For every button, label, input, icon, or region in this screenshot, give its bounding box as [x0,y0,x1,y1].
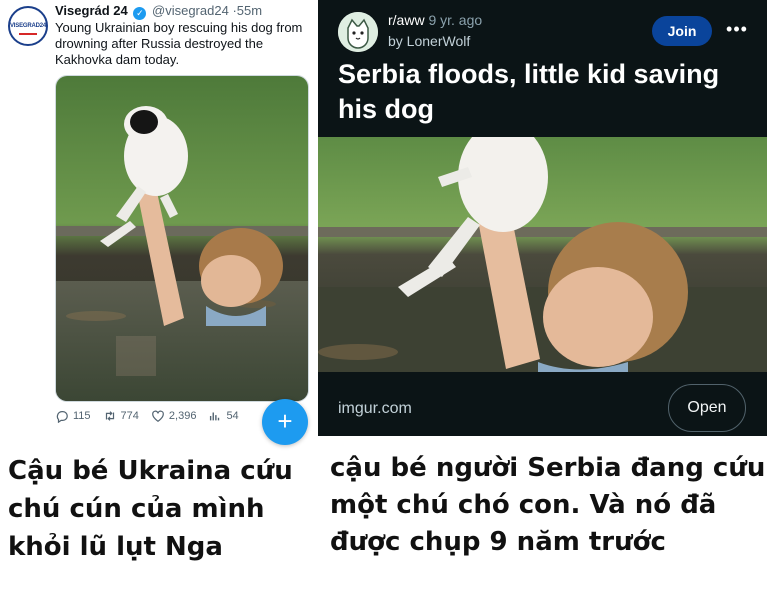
reply-count: 115 [73,410,91,422]
tweet-handle[interactable]: @visegrad24 [152,3,229,18]
views-icon [210,412,220,421]
views-action[interactable]: 54 [208,409,239,423]
reply-action[interactable]: 115 [55,409,91,423]
tweet-actions: 115 774 2,396 54 [55,409,285,423]
retweet-action[interactable]: 774 [103,409,139,423]
subreddit-avatar[interactable] [338,12,378,52]
post-photo[interactable] [318,137,767,372]
boy-holding-dog-photo-left [56,76,308,401]
like-icon [152,410,164,422]
reddit-card: r/aww 9 yr. ago by LonerWolf Join ••• Se… [318,0,767,436]
subreddit-name[interactable]: r/aww [388,12,425,28]
visegrad-avatar[interactable]: VISEGRAD24 [8,6,48,46]
caption-right: cậu bé người Serbia đang cứu một chú chó… [330,453,766,557]
link-domain[interactable]: imgur.com [338,400,412,418]
caption-left: Cậu bé Ukraina cứu chú cún của mình khỏi… [8,456,293,562]
open-link-button[interactable]: Open [668,384,746,432]
views-count: 54 [226,410,239,422]
like-action[interactable]: 2,396 [151,409,197,423]
post-author[interactable]: by LonerWolf [388,33,470,49]
post-title[interactable]: Serbia floods, little kid saving his dog [338,57,758,127]
avatar-logo-text: VISEGRAD24 [10,23,47,29]
tweet-card: VISEGRAD24 Visegrád 24 ✓ @visegrad24 ·55… [0,0,318,445]
compose-button[interactable]: + [262,399,308,445]
right-margin [767,0,777,436]
cat-icon [338,12,378,52]
reply-icon [56,411,68,423]
verified-icon: ✓ [133,7,147,20]
retweet-icon [105,411,114,421]
tweet-header: Visegrád 24 ✓ @visegrad24 ·55m [55,3,262,20]
tweet-time[interactable]: 55m [237,3,262,18]
boy-holding-dog-photo-right [318,137,767,372]
tweet-display-name[interactable]: Visegrád 24 [55,3,128,18]
tweet-text: Young Ukrainian boy rescuing his dog fro… [55,20,303,67]
tweet-photo[interactable] [55,75,309,402]
join-button[interactable]: Join [652,16,712,46]
retweet-count: 774 [120,410,139,422]
like-count: 2,396 [168,410,197,422]
subreddit-line: r/aww 9 yr. ago [388,12,482,28]
more-icon[interactable]: ••• [722,14,752,44]
post-age: 9 yr. ago [428,12,483,28]
avatar-logo-stripe [19,33,37,35]
